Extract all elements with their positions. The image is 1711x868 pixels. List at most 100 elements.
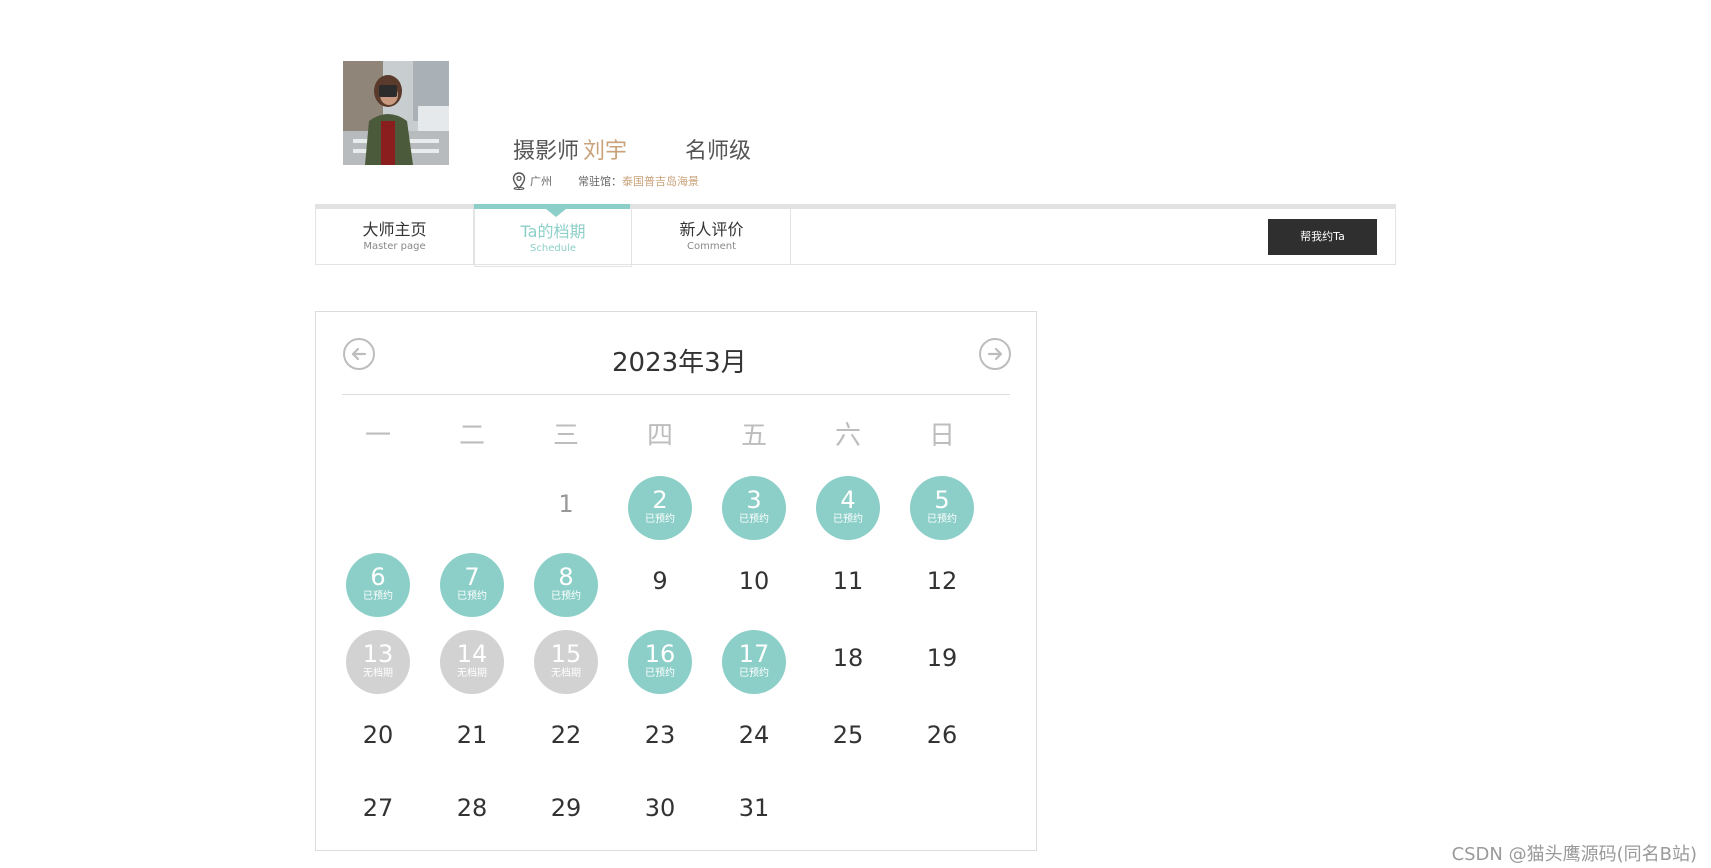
calendar-day-14[interactable]: 14 无档期 <box>440 630 504 694</box>
calendar-day-22[interactable]: 22 <box>534 707 598 771</box>
calendar-day-8[interactable]: 8 已预约 <box>534 553 598 617</box>
calendar-day-30[interactable]: 30 <box>628 780 692 844</box>
role-label: 摄影师 <box>513 139 580 164</box>
booked-status-label: 已预约 <box>833 514 863 525</box>
booked-status-label: 已预约 <box>457 591 487 602</box>
weekday-label: 五 <box>740 421 767 451</box>
calendar-day-7[interactable]: 7 已预约 <box>440 553 504 617</box>
calendar-day-25[interactable]: 25 <box>816 707 880 771</box>
calendar-day-24[interactable]: 24 <box>722 707 786 771</box>
tab-master-page[interactable]: 大师主页 Master page <box>316 209 474 265</box>
photographer-meta: 广州 常驻馆： 泰国普吉岛海景 <box>512 172 699 190</box>
weekday-label: 二 <box>458 421 485 451</box>
weekday-label: 三 <box>552 421 579 451</box>
weekday-label: 六 <box>834 421 861 451</box>
tab-label: Ta的档期 <box>520 222 586 241</box>
tab-label: 新人评价 <box>679 220 744 239</box>
active-tab-caret-icon <box>546 209 566 217</box>
day-number: 24 <box>738 721 770 749</box>
day-number: 14 <box>456 640 488 668</box>
calendar-day-31[interactable]: 31 <box>722 780 786 844</box>
no-schedule-status-label: 无档期 <box>363 668 393 679</box>
calendar-day-23[interactable]: 23 <box>628 707 692 771</box>
booked-status-label: 已预约 <box>927 514 957 525</box>
day-number: 13 <box>362 640 394 668</box>
day-number: 18 <box>832 644 864 672</box>
calendar-day-26[interactable]: 26 <box>910 707 974 771</box>
city-label: 广州 <box>530 175 552 188</box>
tab-sublabel: Schedule <box>530 243 576 254</box>
day-number: 10 <box>738 567 770 595</box>
tab-sublabel: Comment <box>687 241 736 252</box>
no-schedule-status-label: 无档期 <box>551 668 581 679</box>
day-number: 31 <box>738 794 770 822</box>
calendar-day-15[interactable]: 15 无档期 <box>534 630 598 694</box>
day-number: 12 <box>926 567 958 595</box>
calendar-day-29[interactable]: 29 <box>534 780 598 844</box>
photographer-name: 刘宇 <box>583 139 628 164</box>
calendar-day-16[interactable]: 16 已预约 <box>628 630 692 694</box>
booked-status-label: 已预约 <box>551 591 581 602</box>
booked-status-label: 已预约 <box>739 514 769 525</box>
day-number: 3 <box>746 486 762 514</box>
resident-label: 常驻馆： <box>578 175 622 188</box>
day-number: 4 <box>840 486 856 514</box>
weekday-label: 四 <box>646 421 673 451</box>
day-number: 6 <box>370 563 386 591</box>
day-number: 25 <box>832 721 864 749</box>
day-number: 1 <box>558 490 574 518</box>
next-month-button[interactable] <box>979 338 1011 370</box>
book-photographer-button[interactable]: 帮我约Ta <box>1268 219 1377 255</box>
photographer-title: 摄影师 刘宇 名师级 <box>513 133 751 165</box>
calendar-day-28[interactable]: 28 <box>440 780 504 844</box>
tab-schedule[interactable]: Ta的档期 Schedule <box>474 209 632 267</box>
calendar-day-2[interactable]: 2 已预约 <box>628 476 692 540</box>
calendar-day-9[interactable]: 9 <box>628 553 692 617</box>
calendar-day-19[interactable]: 19 <box>910 630 974 694</box>
day-number: 7 <box>464 563 480 591</box>
calendar-day-1[interactable]: 1 <box>534 476 598 540</box>
day-number: 17 <box>738 640 770 668</box>
booked-status-label: 已预约 <box>645 668 675 679</box>
calendar-day-10[interactable]: 10 <box>722 553 786 617</box>
day-number: 16 <box>644 640 676 668</box>
calendar-day-4[interactable]: 4 已预约 <box>816 476 880 540</box>
calendar-day-21[interactable]: 21 <box>440 707 504 771</box>
location-pin-icon <box>512 172 526 190</box>
day-number: 19 <box>926 644 958 672</box>
day-number: 21 <box>456 721 488 749</box>
profile-tabbar: 大师主页 Master page Ta的档期 Schedule 新人评价 Com… <box>315 204 1396 267</box>
day-number: 2 <box>652 486 668 514</box>
calendar-day-20[interactable]: 20 <box>346 707 410 771</box>
calendar-day-18[interactable]: 18 <box>816 630 880 694</box>
day-number: 30 <box>644 794 676 822</box>
weekday-label: 一 <box>364 421 391 451</box>
day-number: 9 <box>652 567 668 595</box>
csdn-watermark: CSDN @猫头鹰源码(同名B站) <box>1451 844 1697 865</box>
photographer-level: 名师级 <box>685 139 752 164</box>
calendar-day-3[interactable]: 3 已预约 <box>722 476 786 540</box>
resident-location[interactable]: 泰国普吉岛海景 <box>622 173 699 189</box>
day-number: 5 <box>934 486 950 514</box>
tab-label: 大师主页 <box>362 220 427 239</box>
calendar-day-5[interactable]: 5 已预约 <box>910 476 974 540</box>
day-number: 11 <box>832 567 864 595</box>
arrow-right-circle-icon <box>987 347 1003 361</box>
day-number: 27 <box>362 794 394 822</box>
booked-status-label: 已预约 <box>739 668 769 679</box>
calendar-month-title: 2023年3月 <box>612 348 747 378</box>
calendar-day-17[interactable]: 17 已预约 <box>722 630 786 694</box>
day-number: 22 <box>550 721 582 749</box>
calendar-day-27[interactable]: 27 <box>346 780 410 844</box>
day-number: 15 <box>550 640 582 668</box>
calendar-day-11[interactable]: 11 <box>816 553 880 617</box>
calendar-day-6[interactable]: 6 已预约 <box>346 553 410 617</box>
no-schedule-status-label: 无档期 <box>457 668 487 679</box>
weekday-label: 日 <box>928 421 955 451</box>
calendar-day-12[interactable]: 12 <box>910 553 974 617</box>
calendar-day-13[interactable]: 13 无档期 <box>346 630 410 694</box>
booked-status-label: 已预约 <box>363 591 393 602</box>
tab-sublabel: Master page <box>363 241 426 252</box>
prev-month-button[interactable] <box>343 338 375 370</box>
tab-comment[interactable]: 新人评价 Comment <box>633 209 791 265</box>
